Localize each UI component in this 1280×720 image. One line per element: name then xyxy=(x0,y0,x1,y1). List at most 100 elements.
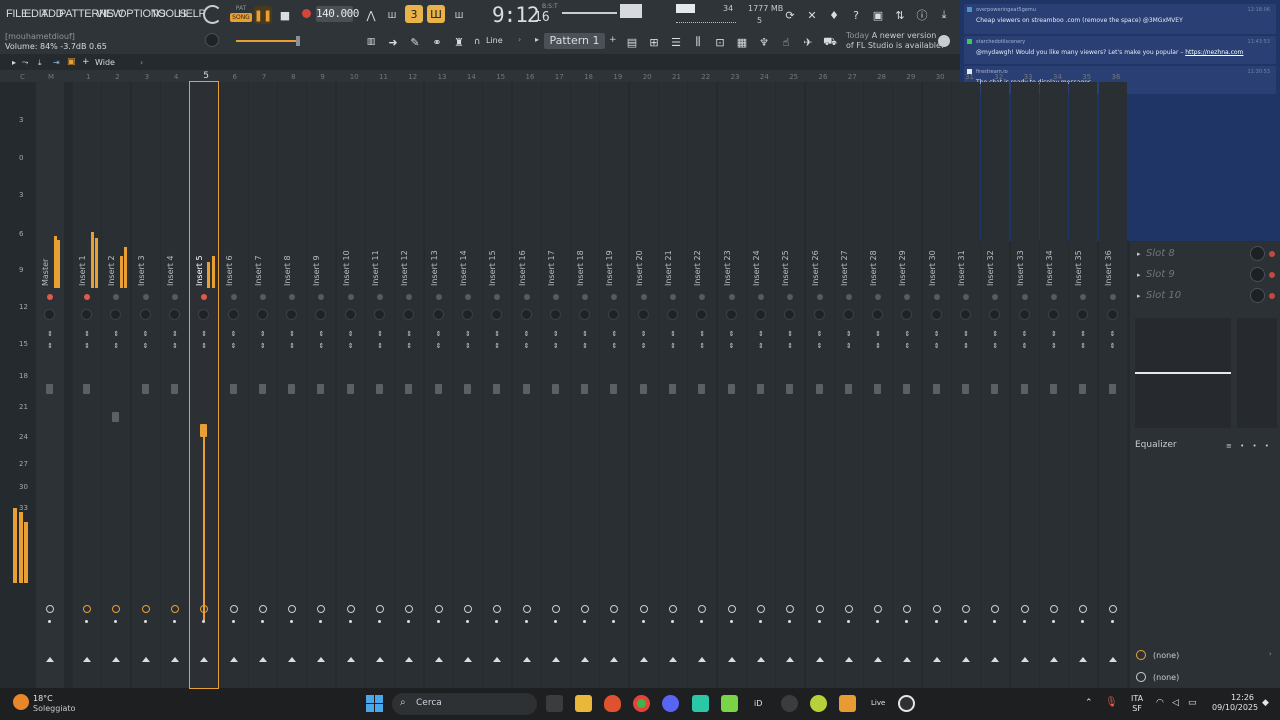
channel-enable-led[interactable] xyxy=(933,294,940,300)
channel-send-arrow-icon[interactable] xyxy=(229,657,238,662)
channel-send-arrow-icon[interactable] xyxy=(46,657,54,662)
channel-name[interactable]: Insert 30 xyxy=(928,226,937,286)
stereo-separation-icon[interactable]: ⇕ xyxy=(610,331,618,338)
channel-route-ring-icon[interactable] xyxy=(669,605,677,613)
channel-volume-fader[interactable] xyxy=(669,384,676,394)
info-icon[interactable]: ⓘ xyxy=(913,6,931,24)
phase-swap-icon[interactable]: ⇕ xyxy=(171,343,179,350)
channel-pan-knob[interactable] xyxy=(1018,309,1030,320)
phase-swap-icon[interactable]: ⇕ xyxy=(493,343,501,350)
fx-slot-8[interactable]: Slot 8 xyxy=(1146,248,1175,259)
channel-volume-fader[interactable] xyxy=(170,384,178,394)
channel-volume-fader[interactable] xyxy=(346,384,354,394)
discord-icon[interactable] xyxy=(662,695,679,712)
fx-slot-9-led[interactable] xyxy=(1269,272,1275,278)
phase-swap-icon[interactable]: ⇕ xyxy=(786,343,794,350)
send-2-target[interactable]: (none) xyxy=(1153,673,1179,682)
channel-enable-led[interactable] xyxy=(1021,294,1028,300)
phase-swap-icon[interactable]: ⇕ xyxy=(142,343,150,350)
phase-swap-icon[interactable]: ⇕ xyxy=(464,343,472,350)
stereo-separation-icon[interactable]: ⇕ xyxy=(405,331,413,338)
stereo-separation-icon[interactable]: ⇕ xyxy=(640,331,648,338)
stereo-separation-icon[interactable]: ⇕ xyxy=(1079,331,1087,338)
channel-volume-fader[interactable] xyxy=(844,384,852,394)
menu-help[interactable]: HELP xyxy=(178,8,206,20)
pattern-selector[interactable]: Pattern 1 xyxy=(544,33,605,49)
channel-route-dot[interactable] xyxy=(85,620,88,623)
eq-band-faders[interactable] xyxy=(1237,318,1277,428)
channel-send-arrow-icon[interactable] xyxy=(83,657,91,662)
channel-volume-fader[interactable] xyxy=(991,384,999,394)
channel-volume-fader[interactable] xyxy=(463,384,471,394)
brave-icon[interactable] xyxy=(604,695,621,712)
phase-swap-icon[interactable]: ⇕ xyxy=(259,343,267,350)
tempo-display[interactable]: 140.000 xyxy=(316,6,359,22)
channel-name[interactable]: Master xyxy=(41,226,50,286)
channel-send-arrow-icon[interactable] xyxy=(962,657,970,662)
channel-name[interactable]: Insert 4 xyxy=(166,226,175,286)
channel-name[interactable]: Insert 1 xyxy=(78,226,87,286)
obs-icon[interactable] xyxy=(898,695,915,712)
channel-name[interactable]: Insert 21 xyxy=(664,226,673,286)
channel-name[interactable]: Insert 27 xyxy=(840,226,849,286)
channel-send-arrow-icon[interactable] xyxy=(932,657,941,662)
channel-enable-led[interactable] xyxy=(171,294,178,300)
channel-volume-fader[interactable] xyxy=(698,384,706,394)
phase-swap-icon[interactable]: ⇕ xyxy=(376,343,384,350)
main-volume-slider[interactable] xyxy=(236,40,298,42)
blend-icon[interactable]: Ш xyxy=(427,5,445,23)
phase-swap-icon[interactable]: ⇕ xyxy=(317,343,325,350)
channel-route-ring-icon[interactable] xyxy=(551,605,560,613)
phase-swap-icon[interactable]: ⇕ xyxy=(347,343,355,350)
phase-swap-icon[interactable]: ⇕ xyxy=(46,343,54,350)
headset-icon[interactable] xyxy=(781,695,798,712)
channel-route-ring-icon[interactable] xyxy=(727,605,736,613)
channel-enable-led[interactable] xyxy=(670,294,676,300)
channel-send-arrow-icon[interactable] xyxy=(756,657,765,662)
channel-volume-fader[interactable] xyxy=(815,384,823,394)
channel-name[interactable]: Insert 33 xyxy=(1016,226,1025,286)
channel-route-dot[interactable] xyxy=(436,620,440,623)
channel-name[interactable]: Insert 22 xyxy=(693,226,702,286)
master-volume-slider[interactable] xyxy=(562,12,617,14)
stereo-separation-icon[interactable]: ⇕ xyxy=(728,331,736,338)
play-icon[interactable]: ❚❚ xyxy=(254,6,272,24)
channel-send-arrow-icon[interactable] xyxy=(815,657,824,662)
channel-send-arrow-icon[interactable] xyxy=(1020,657,1029,662)
channel-name[interactable]: Insert 15 xyxy=(488,226,497,286)
channel-route-dot[interactable] xyxy=(348,620,352,623)
phase-swap-icon[interactable]: ⇕ xyxy=(83,343,91,350)
mixer-menu-icon[interactable]: ▸ xyxy=(12,58,16,67)
stereo-separation-icon[interactable]: ⇕ xyxy=(698,331,706,338)
channel-pan-knob[interactable] xyxy=(549,309,561,320)
channel-route-dot[interactable] xyxy=(378,620,381,623)
stereo-separation-icon[interactable]: ⇕ xyxy=(786,331,794,338)
channel-route-dot[interactable] xyxy=(729,620,733,623)
phase-swap-icon[interactable]: ⇕ xyxy=(200,343,208,350)
channel-send-arrow-icon[interactable] xyxy=(170,657,179,662)
piano-roll-icon[interactable]: ▥ xyxy=(362,33,380,51)
fx-slot-10-knob[interactable] xyxy=(1250,288,1265,303)
help-icon[interactable]: ? xyxy=(847,6,865,24)
channel-name[interactable]: Insert 23 xyxy=(723,226,732,286)
channel-name[interactable]: Insert 28 xyxy=(869,226,878,286)
channel-send-arrow-icon[interactable] xyxy=(1108,657,1117,662)
stereo-separation-icon[interactable]: ⇕ xyxy=(1021,331,1029,338)
download-icon[interactable]: ⤓ xyxy=(935,6,953,24)
channel-route-dot[interactable] xyxy=(553,620,557,623)
channel-volume-fader[interactable] xyxy=(141,384,149,394)
phase-swap-icon[interactable]: ⇕ xyxy=(112,343,120,350)
main-volume-handle[interactable] xyxy=(296,36,300,46)
channel-pan-knob[interactable] xyxy=(637,309,649,320)
channel-route-ring-icon[interactable] xyxy=(844,605,853,613)
shop-icon[interactable]: ⛟ xyxy=(821,33,839,51)
record-icon[interactable] xyxy=(302,9,311,18)
channel-volume-fader[interactable] xyxy=(434,384,442,394)
fx-slot-9[interactable]: Slot 9 xyxy=(1146,269,1175,280)
channel-route-ring-icon[interactable] xyxy=(258,605,267,613)
channel-name[interactable]: Insert 16 xyxy=(518,226,527,286)
phase-swap-icon[interactable]: ⇕ xyxy=(581,343,589,350)
tray-mic-icon[interactable]: 🎙 xyxy=(1105,697,1118,708)
mixer-tool-4-icon[interactable]: ▣ xyxy=(67,57,76,67)
channel-route-dot[interactable] xyxy=(671,620,674,623)
